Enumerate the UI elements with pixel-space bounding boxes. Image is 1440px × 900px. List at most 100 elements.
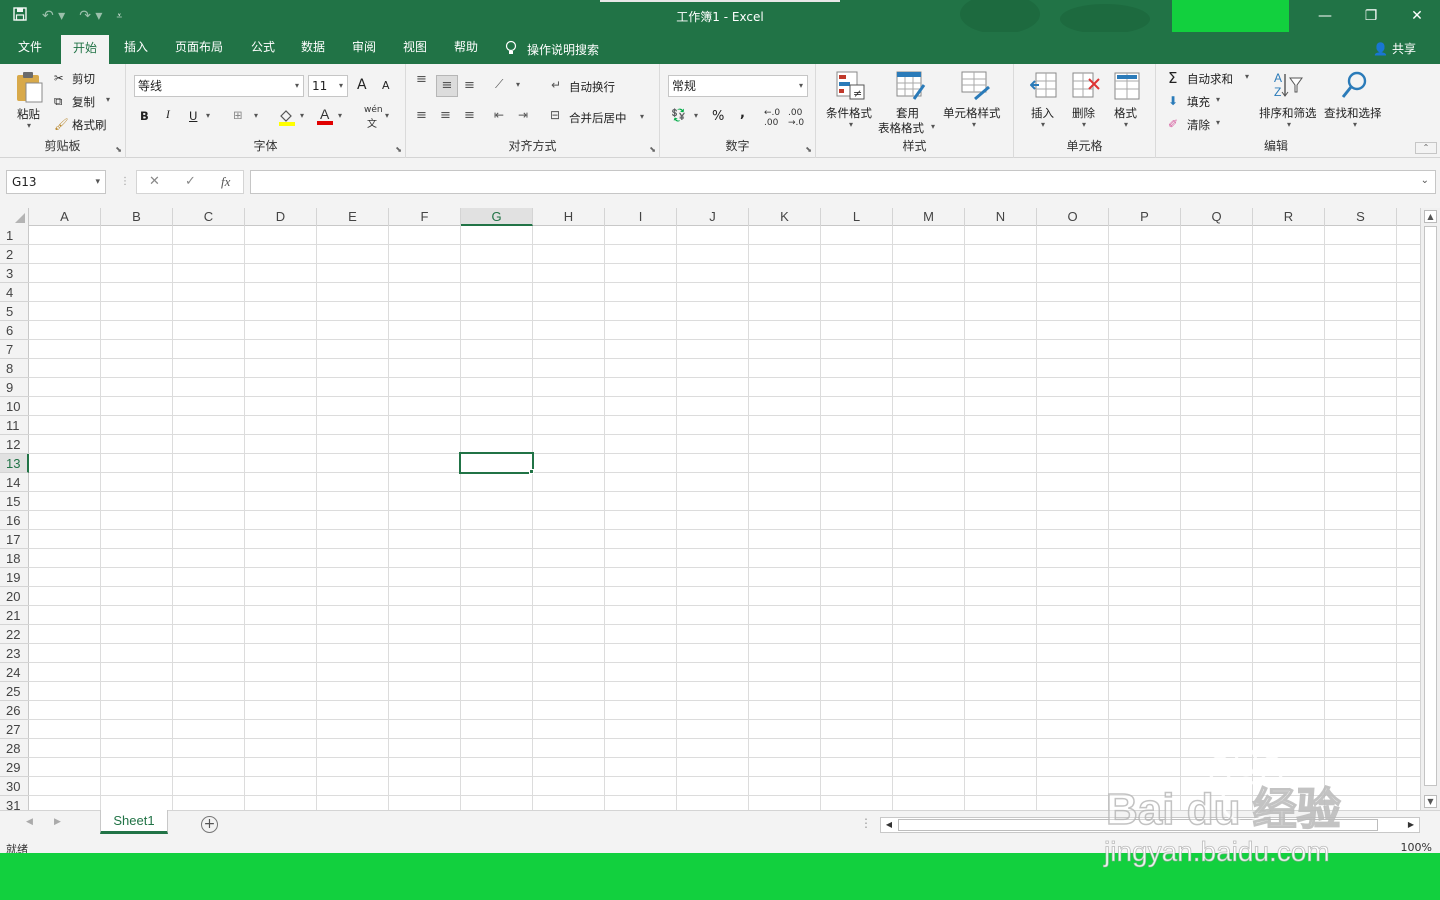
align-right-icon[interactable]: ≡ xyxy=(464,108,475,123)
horizontal-scrollbar[interactable]: ◀ ▶ xyxy=(880,817,1420,833)
delete-cells-button[interactable]: 删除 xyxy=(1072,105,1095,121)
column-header[interactable]: R xyxy=(1253,208,1325,226)
borders-icon[interactable]: ⊞ xyxy=(233,108,243,122)
chevron-down-icon[interactable]: ▾ xyxy=(1041,120,1045,129)
chevron-down-icon[interactable]: ▾ xyxy=(694,111,698,120)
decrease-indent-icon[interactable]: ⇤ xyxy=(494,108,504,122)
row-header[interactable]: 20 xyxy=(0,587,29,606)
column-header[interactable]: D xyxy=(245,208,317,226)
row-header[interactable]: 23 xyxy=(0,644,29,663)
align-bottom-icon[interactable]: ≡ xyxy=(464,78,475,93)
share-button[interactable]: 👤 共享 xyxy=(1373,40,1416,57)
italic-button[interactable]: I xyxy=(166,109,170,121)
tab-file[interactable]: 文件 xyxy=(8,32,52,64)
row-header[interactable]: 19 xyxy=(0,568,29,587)
increase-decimal-icon[interactable]: ←.0.00 xyxy=(764,108,780,128)
dialog-launcher-icon[interactable]: ⬊ xyxy=(115,145,122,154)
row-header[interactable]: 22 xyxy=(0,625,29,644)
scroll-down-icon[interactable]: ▼ xyxy=(1424,795,1437,808)
column-header[interactable]: K xyxy=(749,208,821,226)
tab-home[interactable]: 开始 xyxy=(61,35,109,64)
chevron-down-icon[interactable]: ▾ xyxy=(254,111,258,120)
currency-icon[interactable]: 💱 xyxy=(671,108,686,122)
dialog-launcher-icon[interactable]: ⬊ xyxy=(395,145,402,154)
font-size-select[interactable]: 11 ▾ xyxy=(308,75,348,97)
format-cells-button[interactable]: 格式 xyxy=(1114,105,1137,121)
row-header[interactable]: 1 xyxy=(0,226,29,245)
chevron-down-icon[interactable]: ▾ xyxy=(338,111,342,120)
chevron-down-icon[interactable]: ▾ xyxy=(972,120,976,129)
chevron-down-icon[interactable]: ▾ xyxy=(516,80,520,89)
column-header[interactable]: F xyxy=(389,208,461,226)
copy-dropdown-icon[interactable]: ▾ xyxy=(106,95,110,104)
sort-filter-icon[interactable]: AZ xyxy=(1272,70,1304,103)
column-header[interactable]: M xyxy=(893,208,965,226)
format-as-table-label-1[interactable]: 套用 xyxy=(896,105,919,121)
increase-indent-icon[interactable]: ⇥ xyxy=(518,108,528,122)
column-header[interactable]: N xyxy=(965,208,1037,226)
tab-data[interactable]: 数据 xyxy=(293,32,333,64)
cut-button[interactable]: 剪切 xyxy=(72,71,95,87)
add-sheet-icon[interactable]: + xyxy=(201,816,218,833)
minimize-icon[interactable]: — xyxy=(1302,0,1348,32)
sort-filter-button[interactable]: 排序和筛选 xyxy=(1259,105,1317,121)
row-header[interactable]: 30 xyxy=(0,777,29,796)
column-header[interactable]: S xyxy=(1325,208,1397,226)
format-painter-button[interactable]: 格式刷 xyxy=(72,117,107,133)
clear-button[interactable]: 清除 xyxy=(1187,117,1210,133)
row-header[interactable]: 31 xyxy=(0,796,29,810)
paste-dropdown-icon[interactable]: ▾ xyxy=(27,121,31,130)
chevron-down-icon[interactable]: ▾ xyxy=(206,111,210,120)
phonetic-button[interactable]: wén xyxy=(364,105,383,115)
align-left-icon[interactable]: ≡ xyxy=(416,108,427,123)
font-color-icon[interactable]: A xyxy=(316,106,334,129)
row-header[interactable]: 10 xyxy=(0,397,29,416)
tab-help[interactable]: 帮助 xyxy=(446,32,486,64)
conditional-formatting-button[interactable]: 条件格式 xyxy=(826,105,872,121)
chevron-down-icon[interactable]: ▾ xyxy=(931,122,935,131)
orientation-icon[interactable]: ⟋ xyxy=(495,77,503,92)
align-center-icon[interactable]: ≡ xyxy=(440,108,451,123)
expand-formula-icon[interactable]: ⌄ xyxy=(1421,175,1429,186)
dialog-launcher-icon[interactable]: ⬊ xyxy=(805,145,812,154)
shrink-font-button[interactable]: A xyxy=(382,79,390,92)
row-header[interactable]: 9 xyxy=(0,378,29,397)
row-header[interactable]: 21 xyxy=(0,606,29,625)
close-icon[interactable]: ✕ xyxy=(1394,0,1440,32)
merge-center-button[interactable]: 合并后居中 xyxy=(569,110,627,126)
dialog-launcher-icon[interactable]: ⬊ xyxy=(649,145,656,154)
scroll-up-icon[interactable]: ▲ xyxy=(1424,210,1437,223)
format-as-table-icon[interactable] xyxy=(896,71,926,104)
insert-cells-icon[interactable] xyxy=(1029,71,1058,104)
autosum-button[interactable]: 自动求和 xyxy=(1187,71,1233,87)
cancel-icon[interactable]: ✕ xyxy=(149,174,160,189)
active-cell-g13[interactable] xyxy=(459,452,534,474)
paste-icon[interactable] xyxy=(14,70,44,107)
column-header[interactable]: I xyxy=(605,208,677,226)
column-header[interactable]: G xyxy=(461,208,533,226)
row-header[interactable]: 7 xyxy=(0,340,29,359)
enter-check-icon[interactable]: ✓ xyxy=(185,174,196,189)
row-header[interactable]: 5 xyxy=(0,302,29,321)
next-sheet-icon[interactable]: ▶ xyxy=(54,817,61,827)
chevron-down-icon[interactable]: ▾ xyxy=(1216,118,1220,127)
vertical-scroll-thumb[interactable] xyxy=(1424,226,1437,786)
column-header[interactable]: J xyxy=(677,208,749,226)
row-header[interactable]: 14 xyxy=(0,473,29,492)
row-header[interactable]: 15 xyxy=(0,492,29,511)
chevron-down-icon[interactable]: ▾ xyxy=(1124,120,1128,129)
vertical-scrollbar[interactable]: ▲ ▼ xyxy=(1420,208,1440,810)
row-header[interactable]: 26 xyxy=(0,701,29,720)
delete-cells-icon[interactable] xyxy=(1071,71,1101,104)
row-header[interactable]: 25 xyxy=(0,682,29,701)
column-header[interactable]: B xyxy=(101,208,173,226)
tab-split-icon[interactable]: ⋮ xyxy=(860,816,872,830)
chevron-down-icon[interactable]: ▾ xyxy=(300,111,304,120)
decrease-decimal-icon[interactable]: .00 →.0 xyxy=(788,108,804,128)
formula-bar-separator-icon[interactable]: ⋮ xyxy=(120,176,130,187)
row-header[interactable]: 12 xyxy=(0,435,29,454)
bold-button[interactable]: B xyxy=(140,109,149,123)
format-as-table-label-2[interactable]: 表格格式 xyxy=(878,120,924,136)
paste-button[interactable]: 粘贴 xyxy=(17,106,40,122)
font-name-select[interactable]: 等线 ▾ xyxy=(134,75,304,97)
